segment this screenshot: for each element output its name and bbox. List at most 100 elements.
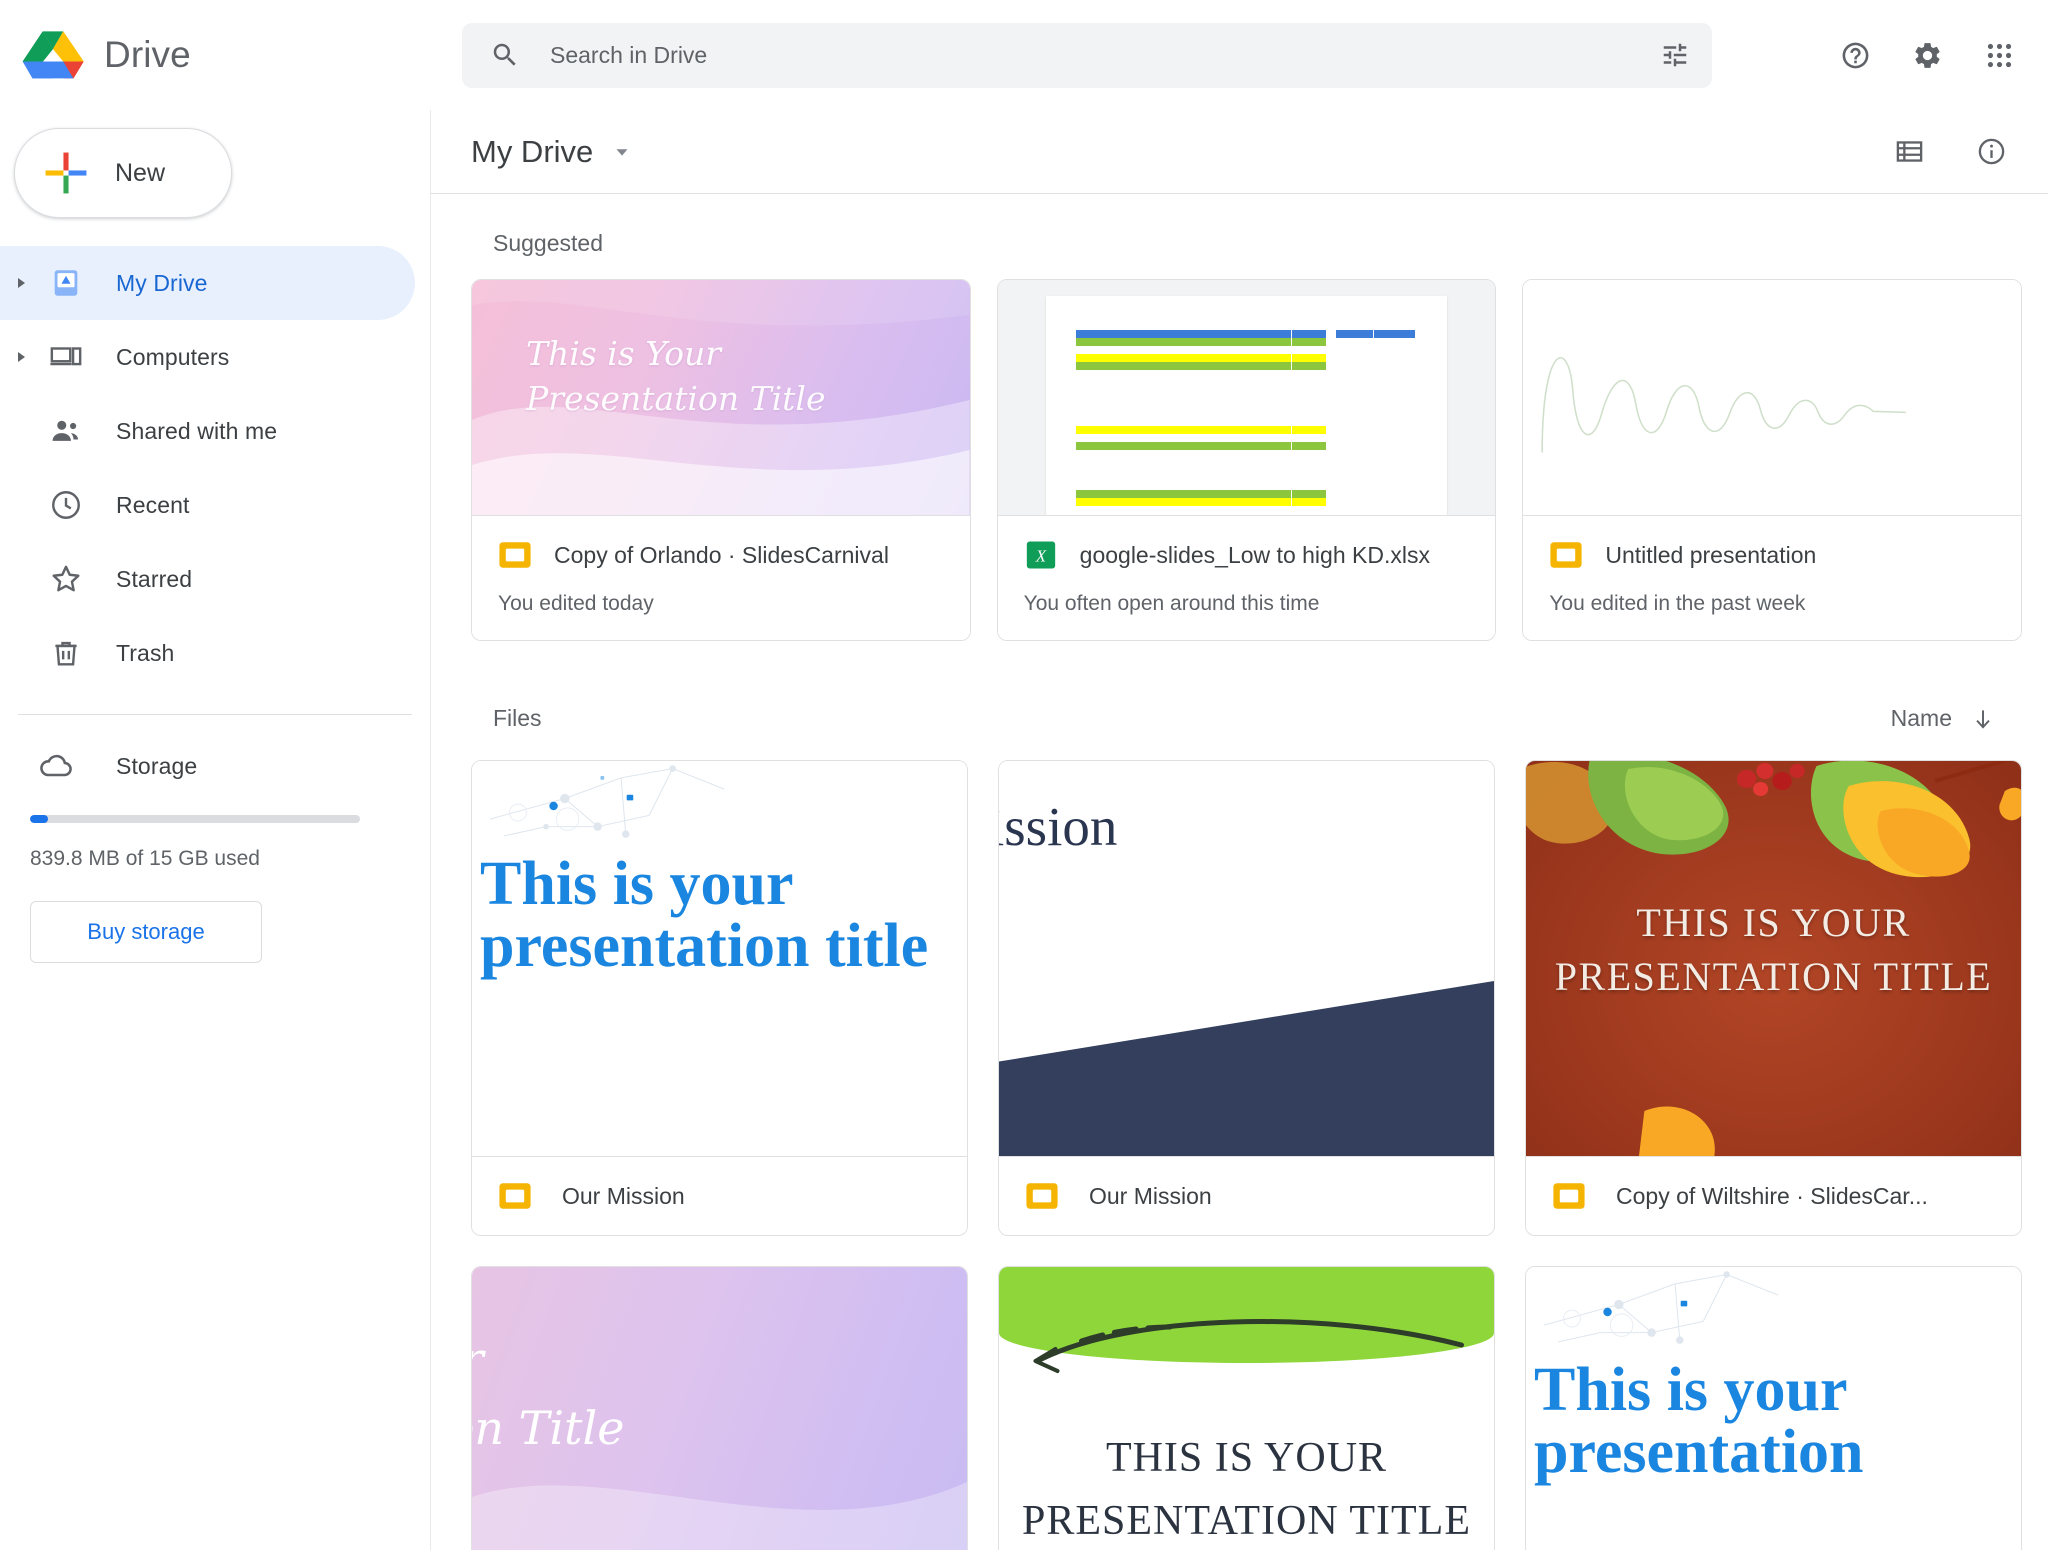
wiltshire-autumn-artwork: THIS IS YOUR PRESENTATION TITLE	[1526, 761, 2021, 1156]
brand[interactable]: Drive	[22, 27, 452, 83]
new-button[interactable]: New	[14, 128, 232, 218]
purple-gradient-artwork: urion Title	[472, 1267, 967, 1550]
apps-grid-icon	[1987, 43, 2011, 67]
sidebar-item-storage[interactable]: Storage	[0, 729, 430, 803]
sidebar-item-label: Computers	[116, 343, 230, 370]
main-header: My Drive	[431, 110, 2048, 194]
file-card[interactable]: THIS IS YOUR PRESENTATION TITLE Copy of W…	[1525, 760, 2022, 1236]
navy-wedge	[999, 981, 1494, 1156]
suggested-card[interactable]: X google-slides_Low to high KD.xlsx You …	[996, 279, 1497, 641]
files-grid-row2: urion Title	[471, 1266, 2022, 1550]
info-circle-icon	[1978, 138, 2004, 165]
file-name: Our Mission	[562, 1182, 685, 1209]
google-apps-button[interactable]	[1968, 24, 2030, 86]
file-subtitle: You often open around this time	[1023, 592, 1320, 615]
thumbnail: urion Title	[472, 1267, 967, 1550]
thumbnail-title: This is your presentation title	[480, 850, 929, 980]
tune-filter-icon[interactable]	[1660, 40, 1690, 70]
card-meta: Copy of Orlando · SlidesCarnival You edi…	[472, 515, 970, 640]
squiggle-artwork	[1523, 280, 2021, 515]
spreadsheet-row	[1075, 338, 1448, 346]
file-card[interactable]: ission Our Mission	[998, 760, 1495, 1236]
topbar-actions	[1824, 24, 2030, 86]
file-name: Untitled presentation	[1605, 541, 1817, 568]
spreadsheet-row	[1075, 354, 1448, 362]
breadcrumb[interactable]: My Drive	[471, 134, 633, 170]
spreadsheet-row	[1075, 498, 1448, 506]
storage-progress-bar	[30, 815, 360, 823]
spreadsheet-row	[1076, 474, 1448, 482]
settings-button[interactable]	[1896, 24, 1958, 86]
mission-blue-artwork: This is your presentation	[1526, 1267, 2021, 1550]
thumbnail: This is your presentation title	[472, 761, 967, 1156]
thumbnail-title: This is your presentation	[1534, 1356, 1864, 1486]
new-button-label: New	[115, 158, 166, 187]
trash-icon	[38, 636, 94, 670]
sidebar-item-shared-with-me[interactable]: Shared with me	[0, 394, 415, 468]
file-subtitle: You edited in the past week	[1549, 592, 1806, 615]
sidebar-item-computers[interactable]: Computers	[0, 320, 415, 394]
help-circle-icon	[1842, 42, 1868, 68]
thumbnail-title: THIS IS YOUR PRESENTATION TITLE	[1022, 1435, 1471, 1544]
sidebar: New My Drive Computers Shared with me Re…	[0, 110, 430, 1550]
search-input[interactable]	[550, 41, 1660, 69]
sidebar-item-label: Shared with me	[116, 417, 278, 444]
thumbnail	[1523, 280, 2021, 515]
chevron-down-icon[interactable]	[611, 141, 633, 163]
spreadsheet-row	[1076, 434, 1448, 442]
sort-button[interactable]: Name	[1881, 699, 2006, 738]
details-button[interactable]	[1960, 121, 2022, 183]
suggested-section-title: Suggested	[493, 230, 603, 256]
main-header-actions	[1878, 121, 2022, 183]
star-icon	[38, 562, 94, 596]
orlando-artwork: This is Your Presentation Title	[472, 280, 970, 515]
card-meta: Our Mission	[472, 1156, 967, 1235]
storage-usage-text: 839.8 MB of 15 GB used	[30, 847, 260, 870]
gear-icon	[1914, 42, 1940, 68]
help-button[interactable]	[1824, 24, 1886, 86]
sidebar-item-recent[interactable]: Recent	[0, 468, 415, 542]
sidebar-item-label: Recent	[116, 491, 190, 518]
expand-caret-icon[interactable]	[4, 275, 38, 291]
spreadsheet-row	[1075, 490, 1448, 498]
sidebar-item-label: My Drive	[116, 269, 208, 296]
suggested-card[interactable]: Untitled presentation You edited in the …	[1522, 279, 2022, 641]
spreadsheet-row	[1075, 442, 1448, 450]
buy-storage-button[interactable]: Buy storage	[30, 901, 262, 963]
thumbnail: ission	[999, 761, 1494, 1156]
file-card[interactable]: This is your presentation	[1525, 1266, 2022, 1550]
arrow-down-icon	[1976, 709, 1990, 729]
google-slides-icon	[499, 542, 531, 568]
excel-icon: X	[1026, 541, 1055, 569]
computer-icon	[38, 340, 94, 374]
content-scroll-area[interactable]: Suggested This is Your Presentation Title	[431, 194, 2048, 1550]
file-card[interactable]: urion Title	[471, 1266, 968, 1550]
thumbnail: This is your presentation	[1526, 1267, 2021, 1550]
storage-progress-fill	[30, 815, 49, 823]
spreadsheet-row	[1076, 378, 1448, 386]
card-meta: Our Mission	[999, 1156, 1494, 1235]
sort-label: Name	[1890, 705, 1952, 731]
file-card[interactable]: THIS IS YOUR PRESENTATION TITLE	[998, 1266, 1495, 1550]
google-slides-icon	[1550, 542, 1582, 568]
files-section-title: Files	[493, 705, 542, 731]
green-brush-artwork: THIS IS YOUR PRESENTATION TITLE	[999, 1267, 1494, 1550]
spreadsheet-row	[1076, 370, 1448, 378]
files-grid: This is your presentation title Our Miss…	[471, 760, 2022, 1236]
mission-navy-artwork: ission	[999, 761, 1494, 1156]
sidebar-item-trash[interactable]: Trash	[0, 616, 415, 690]
file-name: Copy of Orlando · SlidesCarnival	[554, 541, 889, 568]
google-slides-icon	[499, 1183, 531, 1209]
thumbnail-title: ission	[999, 796, 1118, 857]
sidebar-item-starred[interactable]: Starred	[0, 542, 415, 616]
suggested-card[interactable]: This is Your Presentation Title Copy of O…	[471, 279, 971, 641]
expand-caret-icon[interactable]	[4, 349, 38, 365]
file-card[interactable]: This is your presentation title Our Miss…	[471, 760, 968, 1236]
list-view-button[interactable]	[1878, 121, 1940, 183]
main-content: My Drive Suggested This is Your Presenta…	[430, 110, 2048, 1550]
spreadsheet-row	[1076, 482, 1448, 490]
search-bar[interactable]	[462, 22, 1712, 88]
sidebar-item-my-drive[interactable]: My Drive	[0, 246, 415, 320]
sidebar-nav: My Drive Computers Shared with me Recent…	[0, 246, 430, 690]
plus-icon	[45, 152, 87, 194]
